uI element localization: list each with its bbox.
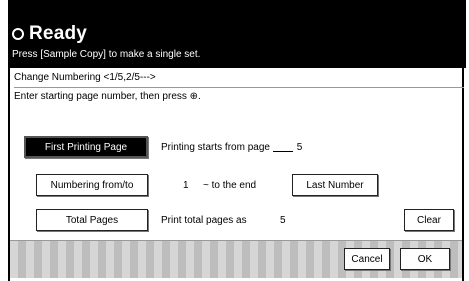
total-pages-button[interactable]: Total Pages [36, 209, 148, 231]
numbering-from-to-button[interactable]: Numbering from/to [36, 174, 148, 196]
instruction-text: Enter starting page number, then press ⊕… [14, 91, 201, 102]
status-text: Ready [29, 23, 88, 44]
panel-title: Change Numbering <1/5,2/5---> [14, 71, 464, 88]
first-printing-page-button[interactable]: First Printing Page [24, 136, 148, 158]
sample-copy-hint: Press [Sample Copy] to make a single set… [12, 49, 201, 60]
to-end-label: ~ to the end [203, 180, 257, 191]
printing-starts-text: Printing starts from page [161, 142, 270, 153]
first-page-value[interactable]: 5 [297, 142, 303, 153]
print-total-label: Print total pages as [161, 215, 247, 226]
bottom-strip: Cancel OK [10, 240, 462, 278]
printing-starts-label: Printing starts from page 5 [161, 142, 302, 153]
last-number-button[interactable]: Last Number [292, 174, 378, 196]
cancel-button[interactable]: Cancel [344, 248, 390, 270]
ok-button[interactable]: OK [400, 248, 450, 270]
top-bar [8, 0, 466, 16]
total-pages-value[interactable]: 5 [280, 215, 286, 226]
numbering-start-value[interactable]: 1 [183, 180, 189, 191]
value-underline [272, 142, 293, 152]
clear-button[interactable]: Clear [404, 209, 454, 231]
status-row: Ready [12, 23, 87, 45]
change-numbering-panel: Change Numbering <1/5,2/5---> Enter star… [8, 68, 464, 281]
ready-icon [12, 28, 24, 40]
copier-screen: Ready Press [Sample Copy] to make a sing… [0, 0, 469, 281]
status-header: Ready Press [Sample Copy] to make a sing… [8, 16, 466, 68]
